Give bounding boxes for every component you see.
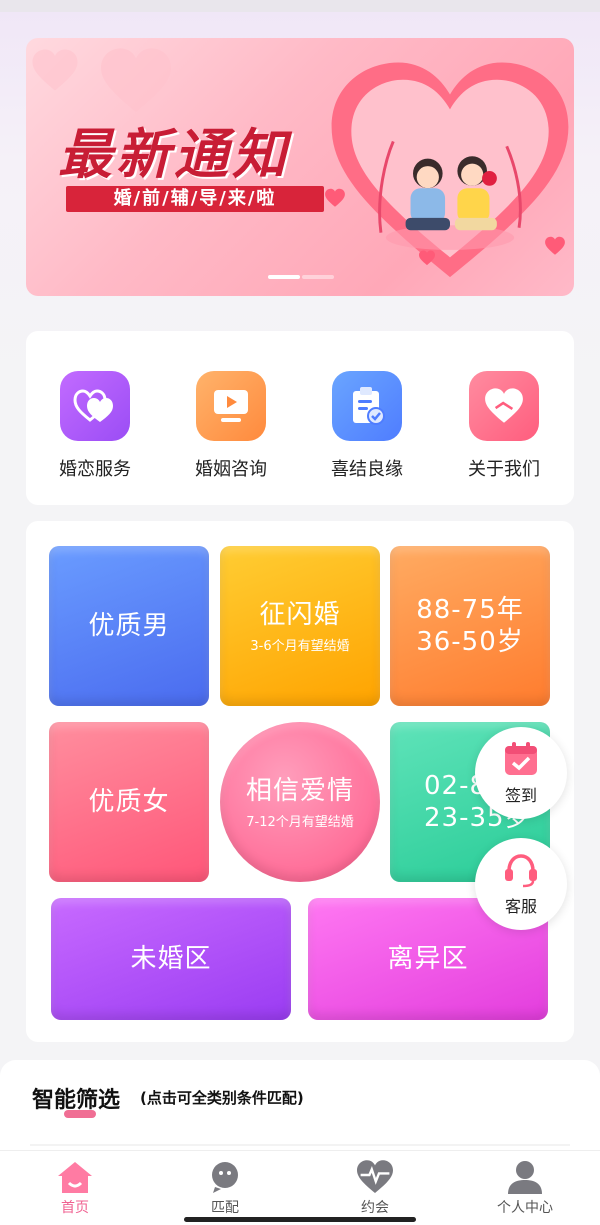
announcement-banner[interactable]: 最新通知 婚/前/辅/导/来/啦 [26,38,574,296]
decor-heart-icon [545,236,565,255]
decor-heart-icon [32,49,78,91]
headset-icon [505,854,537,888]
service-panel: 婚恋服务 婚姻咨询 喜结良缘 关于我们 [26,331,574,505]
tile-unmarried-zone[interactable]: 未婚区 [51,898,291,1020]
match-icon [212,1162,238,1193]
tab-profile[interactable]: 个人中心 [450,1151,600,1225]
decor-heart-icon [325,188,345,207]
user-icon [508,1161,542,1194]
checkin-button[interactable]: 签到 [475,727,567,819]
tile-age-range-1[interactable]: 88-75年 36-50岁 [390,546,550,706]
filter-hint: (点击可全类别条件匹配) [140,1089,304,1107]
tile-line2: 36-50岁 [416,627,524,657]
heartbeat-icon [357,1160,393,1193]
tile-label: 相信爱情 [245,775,354,806]
decor-heart-icon [419,250,435,266]
banner-pagination [268,275,334,279]
pagination-dot-active[interactable] [268,275,300,279]
tab-match[interactable]: 匹配 [150,1151,300,1225]
service-marriage-consult[interactable]: 婚姻咨询 [171,371,291,481]
video-play-icon [196,371,266,441]
tile-label: 优质女 [88,787,170,817]
calendar-check-icon [505,742,537,775]
couple-illustration [331,62,569,278]
heart-hands-icon [469,371,539,441]
tab-label: 首页 [61,1200,89,1216]
service-happy-union[interactable]: 喜结良缘 [307,371,427,481]
pagination-dot[interactable] [302,275,334,279]
service-label: 喜结良缘 [331,459,403,480]
service-label: 关于我们 [468,459,540,480]
tile-sublabel: 3-6个月有望结婚 [250,638,350,654]
tab-home[interactable]: 首页 [0,1151,150,1225]
tile-label: 征闪婚 [259,599,341,630]
tile-label: 离异区 [387,944,469,974]
service-marriage-matching[interactable]: 婚恋服务 [35,371,155,481]
tile-sublabel: 7-12个月有望结婚 [246,814,354,830]
service-label: 客服 [504,897,537,916]
service-label: 婚恋服务 [59,459,131,480]
bottom-tab-bar: 首页 匹配 约会 个人中心 [0,1150,600,1225]
smart-filter-section[interactable]: 智能筛选 (点击可全类别条件匹配) [0,1060,600,1160]
tab-label: 约会 [361,1200,389,1216]
customer-service-button[interactable]: 客服 [475,838,567,930]
home-indicator [184,1217,416,1222]
home-icon [58,1162,92,1193]
tile-flash-marriage[interactable]: 征闪婚 3-6个月有望结婚 [220,546,380,706]
checkin-label: 签到 [504,786,537,805]
banner-title: 最新通知 [58,122,290,186]
status-bar-area [0,0,600,12]
tab-label: 个人中心 [497,1200,553,1216]
clipboard-check-icon [332,371,402,441]
filter-divider [30,1144,570,1146]
tile-quality-female[interactable]: 优质女 [49,722,209,882]
service-about-us[interactable]: 关于我们 [444,371,564,481]
service-label: 婚姻咨询 [195,459,267,480]
tile-line1: 88-75年 [416,595,524,625]
tab-label: 匹配 [211,1200,239,1216]
tile-label: 优质男 [88,611,170,641]
tile-quality-male[interactable]: 优质男 [49,546,209,706]
filter-title-underline [64,1110,96,1118]
banner-subtitle: 婚/前/辅/导/来/啦 [66,186,324,212]
tile-label: 未婚区 [130,944,212,974]
double-heart-icon [60,371,130,441]
decor-heart-icon [101,48,171,113]
tile-believe-love[interactable]: 相信爱情 7-12个月有望结婚 [220,722,380,882]
tab-date[interactable]: 约会 [300,1151,450,1225]
